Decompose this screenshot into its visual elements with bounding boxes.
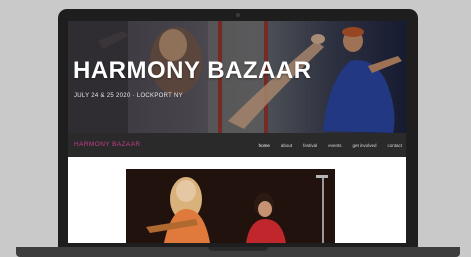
nav-item-get-involved[interactable]: get involved	[352, 143, 376, 148]
navbar-brand-link[interactable]: HARMONY BAZAAR	[74, 141, 141, 148]
nav-item-home[interactable]: home	[259, 143, 270, 148]
main-navbar: HARMONY BAZAAR home about festival event…	[68, 133, 406, 157]
laptop-base	[16, 247, 460, 257]
laptop-screen: HARMONY BAZAAR JULY 24 & 25 2020 · LOCKP…	[68, 21, 406, 243]
nav-item-contact[interactable]: contact	[387, 143, 402, 148]
main-content	[68, 157, 406, 243]
event-date-location: JULY 24 & 25 2020 · LOCKPORT NY	[74, 93, 183, 99]
webcam-icon	[236, 13, 240, 17]
laptop-frame: HARMONY BAZAAR JULY 24 & 25 2020 · LOCKP…	[58, 9, 418, 247]
featured-performers-photo	[126, 169, 335, 243]
nav-item-festival[interactable]: festival	[303, 143, 317, 148]
performers-image	[126, 169, 335, 243]
nav-menu: home about festival events get involved …	[248, 133, 402, 157]
site-title: HARMONY BAZAAR	[73, 57, 312, 84]
hero-banner: HARMONY BAZAAR JULY 24 & 25 2020 · LOCKP…	[68, 21, 406, 133]
laptop-hinge-notch	[208, 247, 268, 251]
nav-item-about[interactable]: about	[281, 143, 292, 148]
nav-item-events[interactable]: events	[328, 143, 341, 148]
